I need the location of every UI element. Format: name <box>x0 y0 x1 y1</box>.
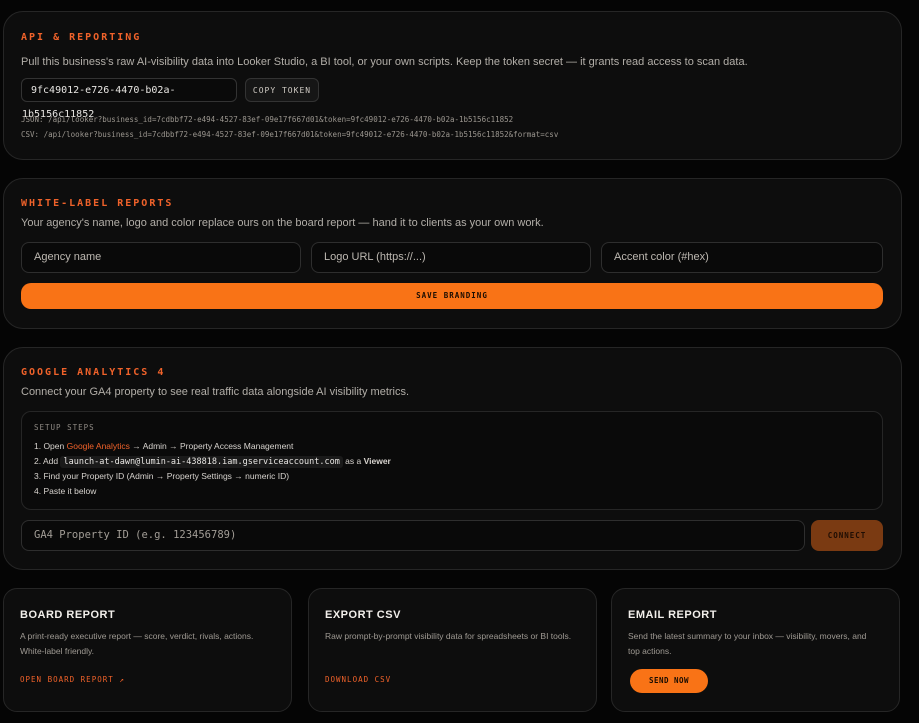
export-csv-description: Raw prompt-by-prompt visibility data for… <box>325 631 572 641</box>
step2-mid: as a <box>342 456 364 466</box>
white-label-description: Your agency's name, logo and color repla… <box>21 217 544 229</box>
copy-token-button[interactable]: COPY TOKEN <box>245 78 319 102</box>
accent-color-input[interactable]: Accent color (#hex) <box>601 242 883 273</box>
logo-url-input[interactable]: Logo URL (https://...) <box>311 242 591 273</box>
ga4-heading: GOOGLE ANALYTICS 4 <box>21 367 166 378</box>
api-reporting-card: API & REPORTING Pull this business's raw… <box>3 11 902 160</box>
setup-steps-panel: SETUP STEPS 1. Open Google Analytics → A… <box>21 411 883 510</box>
white-label-heading: WHITE-LABEL REPORTS <box>21 198 174 209</box>
email-report-card: EMAIL REPORT Send the latest summary to … <box>611 588 900 712</box>
api-reporting-heading: API & REPORTING <box>21 32 142 43</box>
email-report-title: EMAIL REPORT <box>628 609 717 621</box>
setup-step-4: 4. Paste it below <box>34 486 97 496</box>
board-report-description: A print-ready executive report — score, … <box>20 631 254 656</box>
step1-prefix: 1. Open <box>34 441 67 451</box>
ga4-card: GOOGLE ANALYTICS 4 Connect your GA4 prop… <box>3 347 902 570</box>
google-analytics-link[interactable]: Google Analytics <box>67 441 130 451</box>
open-board-report-link[interactable]: OPEN BOARD REPORT ↗ <box>20 675 125 684</box>
agency-name-input[interactable]: Agency name <box>21 242 301 273</box>
export-csv-card: EXPORT CSV Raw prompt-by-prompt visibili… <box>308 588 597 712</box>
save-branding-button[interactable]: SAVE BRANDING <box>21 283 883 309</box>
step2-prefix: 2. Add <box>34 456 61 466</box>
connect-button[interactable]: CONNECT <box>811 520 883 551</box>
json-endpoint[interactable]: JSON: /api/looker?business_id=7cdbbf72-e… <box>21 115 513 124</box>
viewer-role: Viewer <box>363 456 391 466</box>
setup-step-2: 2. Add launch-at-dawn@lumin-ai-438818.ia… <box>34 456 391 468</box>
send-now-button[interactable]: SEND NOW <box>630 669 708 693</box>
api-token-field[interactable]: 9fc49012-e726-4470-b02a-1b5156c11852 <box>21 78 237 120</box>
setup-steps-title: SETUP STEPS <box>34 423 95 432</box>
ga4-property-id-input[interactable]: GA4 Property ID (e.g. 123456789) <box>21 520 805 551</box>
api-reporting-description: Pull this business's raw AI-visibility d… <box>21 56 748 68</box>
email-report-description: Send the latest summary to your inbox — … <box>628 631 867 656</box>
step1-suffix: → Admin → Property Access Management <box>129 441 294 451</box>
export-csv-title: EXPORT CSV <box>325 609 401 621</box>
setup-step-1: 1. Open Google Analytics → Admin → Prope… <box>34 441 293 451</box>
csv-endpoint[interactable]: CSV: /api/looker?business_id=7cdbbf72-e4… <box>21 130 558 139</box>
board-report-title: BOARD REPORT <box>20 609 116 621</box>
ga4-description: Connect your GA4 property to see real tr… <box>21 386 410 398</box>
setup-step-3: 3. Find your Property ID (Admin → Proper… <box>34 471 290 481</box>
service-account-email[interactable]: launch-at-dawn@lumin-ai-438818.iam.gserv… <box>60 456 343 468</box>
white-label-card: WHITE-LABEL REPORTS Your agency's name, … <box>3 178 902 329</box>
board-report-card: BOARD REPORT A print-ready executive rep… <box>3 588 292 712</box>
download-csv-link[interactable]: DOWNLOAD CSV <box>325 675 391 684</box>
